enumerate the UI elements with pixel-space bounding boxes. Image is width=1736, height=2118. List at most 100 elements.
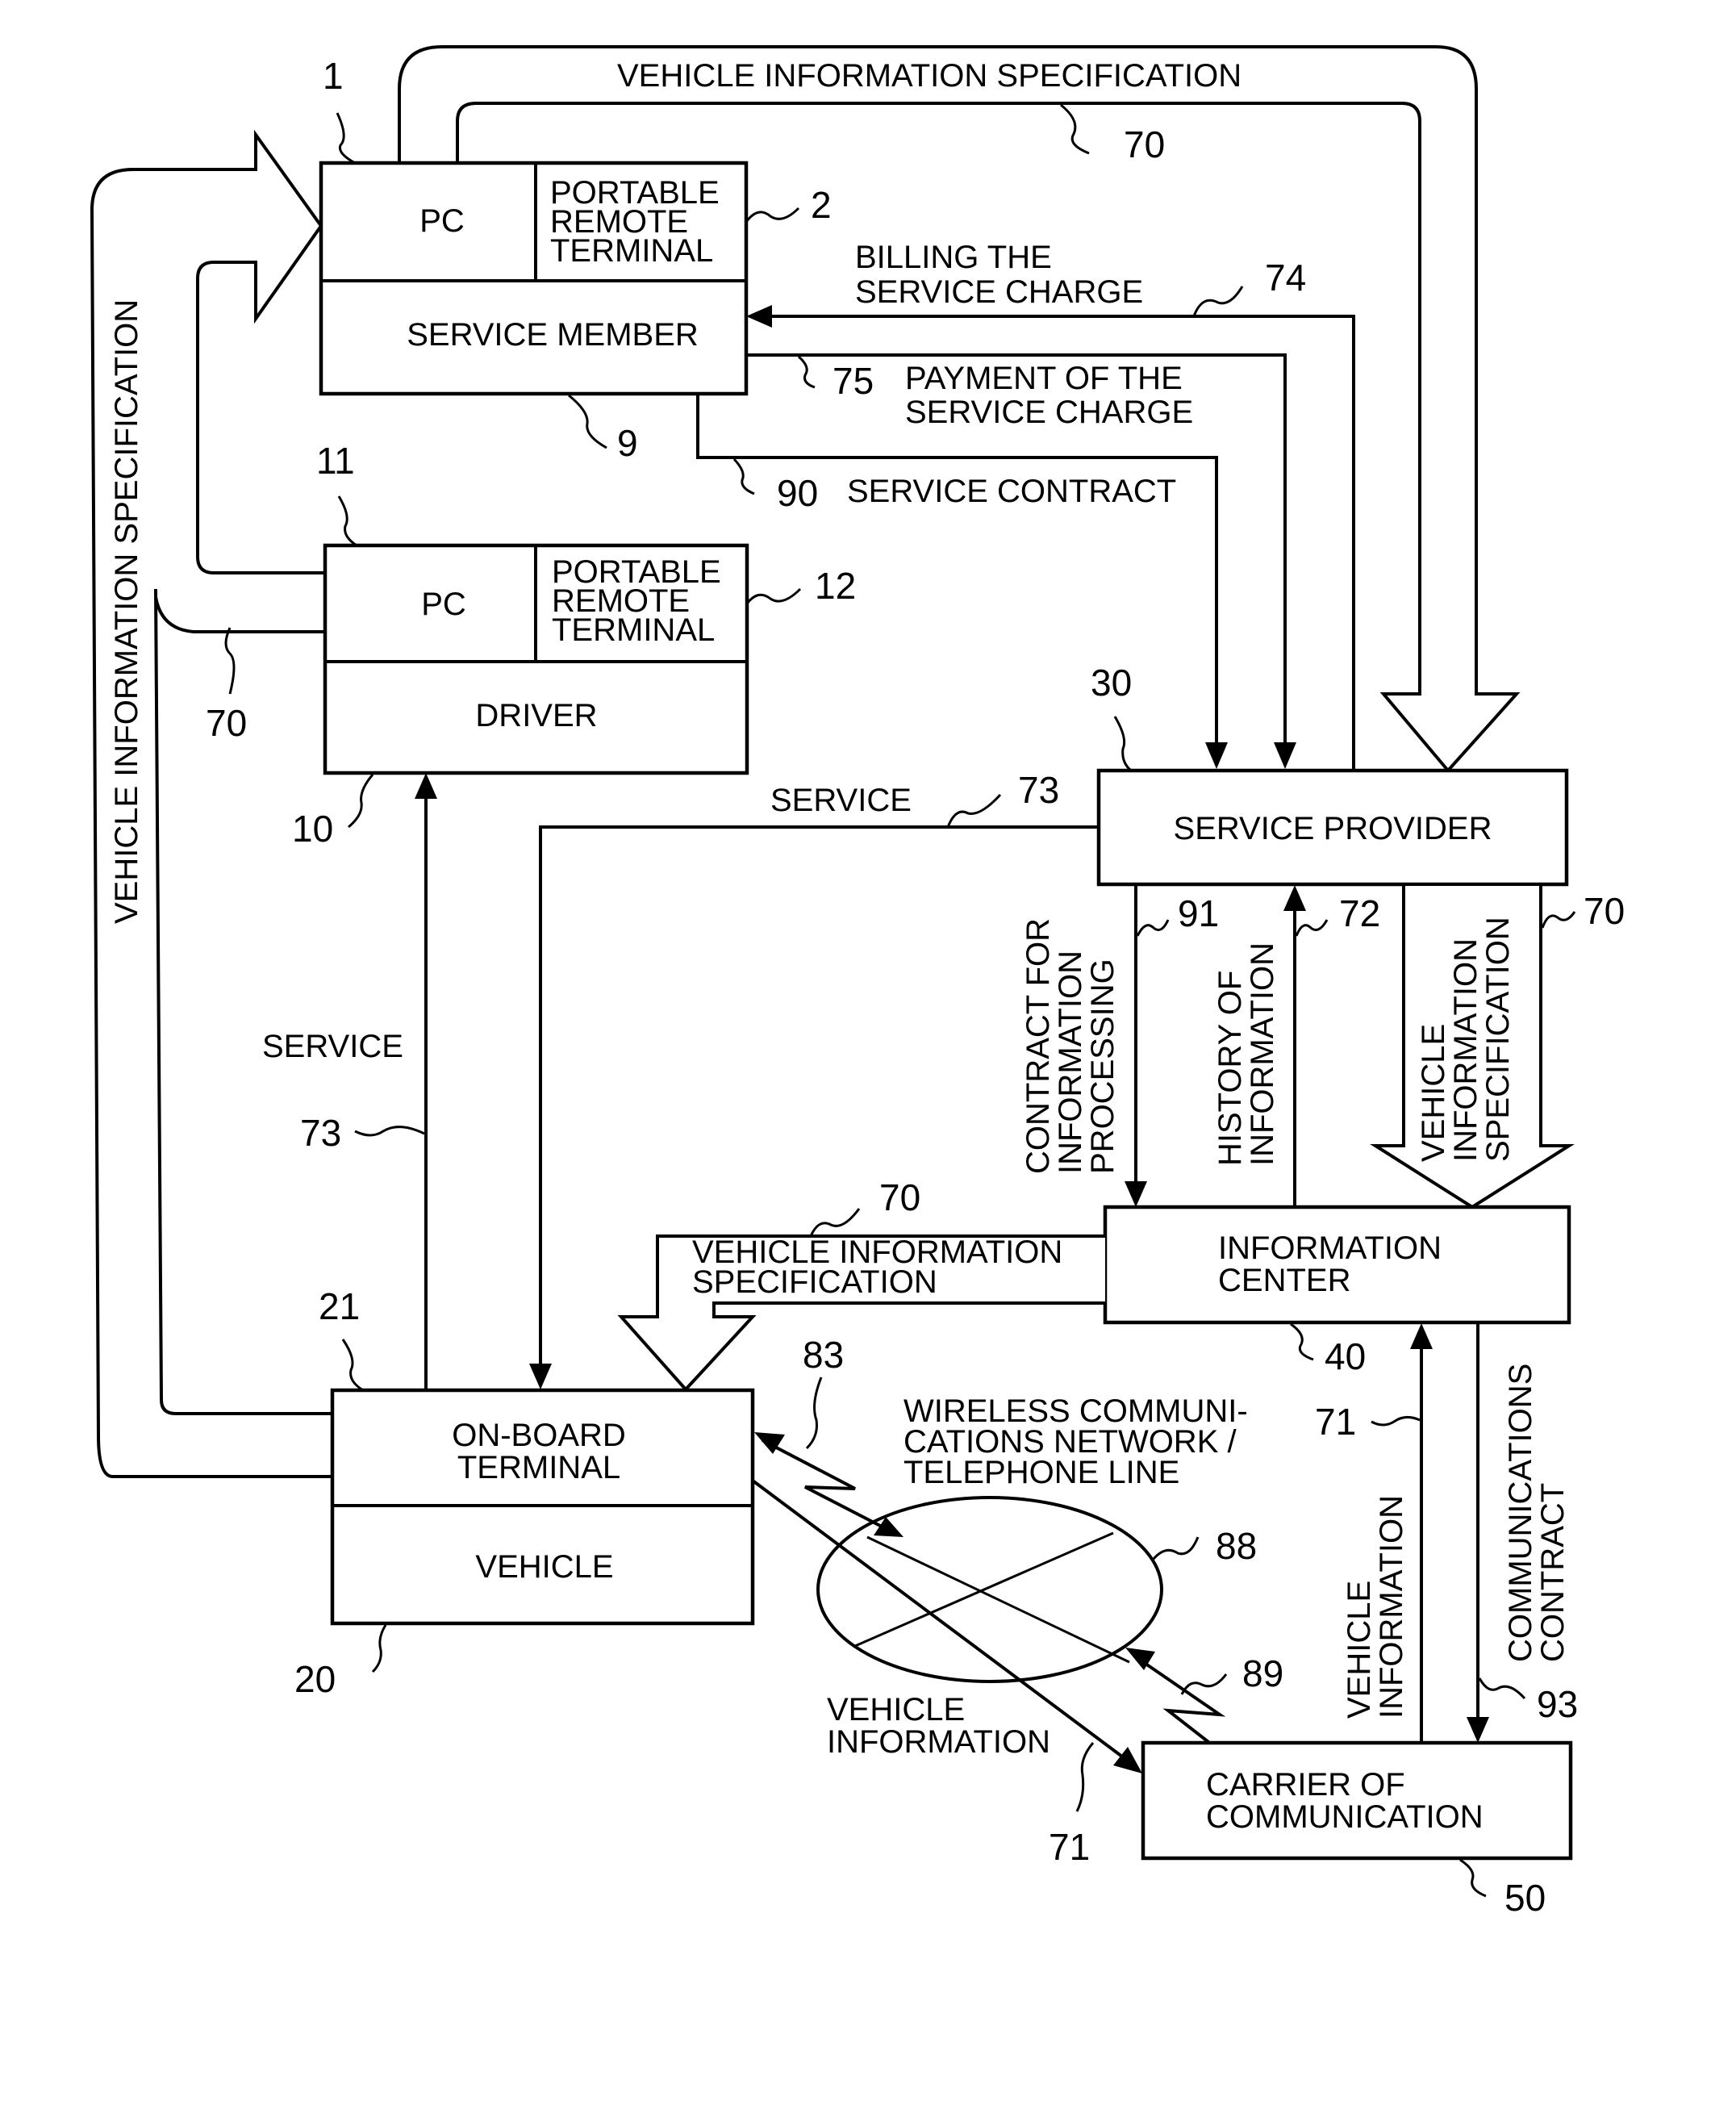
payment-arrowhead [1274, 742, 1296, 769]
vis-right-line3: SPECIFICATION [1480, 917, 1516, 1162]
service-left-label: SERVICE [262, 1029, 403, 1064]
ref-73-right: 73 [1018, 769, 1059, 811]
vis-right-line1: VEHICLE [1416, 1024, 1451, 1162]
ref-72: 72 [1339, 892, 1380, 934]
vis-right-line2: INFORMATION [1448, 938, 1484, 1162]
leader-83 [805, 1376, 823, 1450]
service-provider-block[interactable]: SERVICE PROVIDER [1096, 768, 1569, 887]
information-center-block[interactable]: INFORMATION CENTER [1103, 1205, 1571, 1325]
vis-center-line2: SPECIFICATION [692, 1264, 937, 1300]
service-member-block[interactable]: PC PORTABLE REMOTE TERMINAL SERVICE MEMB… [319, 161, 749, 396]
leader-70-left [224, 627, 236, 695]
leader-40 [1290, 1322, 1314, 1361]
ref-93: 93 [1537, 1683, 1578, 1725]
leader-73-left [354, 1126, 425, 1137]
vehicle-info-right-arrowhead [1410, 1323, 1433, 1349]
service-member-label: SERVICE MEMBER [407, 317, 699, 353]
leader-10 [348, 774, 374, 829]
contract-info-line3: PROCESSING [1085, 959, 1120, 1174]
service-member-pc-label: PC [419, 203, 465, 239]
service-provider-label: SERVICE PROVIDER [1174, 811, 1492, 846]
leader-1 [336, 112, 356, 165]
ref-50: 50 [1504, 1877, 1546, 1919]
billing-arrowhead [746, 305, 772, 328]
history-line2: INFORMATION [1245, 942, 1280, 1166]
ref-70-right: 70 [1584, 890, 1625, 932]
carrier-block[interactable]: CARRIER OF COMMUNICATION [1141, 1740, 1573, 1861]
leader-12 [745, 587, 802, 604]
leader-20 [371, 1624, 387, 1673]
leader-74 [1192, 286, 1244, 317]
ref-10: 10 [292, 808, 333, 850]
leader-2 [745, 207, 800, 223]
service-right-label: SERVICE [770, 783, 912, 818]
information-center-line1: INFORMATION [1218, 1230, 1442, 1266]
vehicle-info-right-line2: INFORMATION [1374, 1495, 1409, 1719]
ref-70-top: 70 [1124, 123, 1165, 165]
ref-70-center: 70 [879, 1176, 920, 1218]
contract-info-line1: CONTRACT FOR [1020, 918, 1056, 1174]
leader-71-right [1371, 1416, 1421, 1427]
leader-88 [1152, 1536, 1200, 1560]
ref-74: 74 [1265, 257, 1306, 299]
leader-70-center [809, 1208, 861, 1237]
leader-21 [341, 1339, 364, 1392]
carrier-line1: CARRIER OF [1206, 1767, 1405, 1803]
comm-contract-line2: CONTRACT [1535, 1483, 1571, 1662]
vis-top-label: VEHICLE INFORMATION SPECIFICATION [617, 58, 1241, 94]
onboard-vehicle-block[interactable]: ON-BOARD TERMINAL VEHICLE [330, 1388, 755, 1626]
leader-9 [568, 394, 607, 449]
ref-91: 91 [1178, 892, 1219, 934]
leader-50 [1459, 1858, 1487, 1898]
ref-20: 20 [294, 1658, 336, 1700]
vis-left-label: VEHICLE INFORMATION SPECIFICATION [109, 299, 144, 924]
information-center-line2: CENTER [1218, 1263, 1350, 1298]
ref-9: 9 [617, 422, 638, 464]
billing-label-line1: BILLING THE [855, 240, 1052, 275]
ref-12: 12 [815, 565, 856, 607]
contract-info-line2: INFORMATION [1053, 950, 1088, 1174]
ref-83: 83 [803, 1334, 844, 1376]
driver-terminal-line3: TERMINAL [552, 612, 715, 648]
history-line1: HISTORY OF [1212, 971, 1248, 1166]
leader-30 [1113, 716, 1133, 772]
driver-block[interactable]: PC PORTABLE REMOTE TERMINAL DRIVER [323, 543, 749, 775]
ref-73-left: 73 [300, 1112, 341, 1154]
ref-75: 75 [833, 360, 874, 402]
vehicle-info-bottom-arrowhead [1113, 1747, 1142, 1773]
history-arrowhead [1283, 885, 1306, 911]
vehicle-info-bottom-line2: INFORMATION [827, 1724, 1050, 1760]
payment-label-line2: SERVICE CHARGE [905, 395, 1193, 430]
ref-40: 40 [1325, 1335, 1366, 1377]
ref-89: 89 [1242, 1652, 1283, 1694]
service-member-terminal-line3: TERMINAL [550, 233, 713, 269]
leader-71-bottom [1075, 1742, 1095, 1812]
wireless-network[interactable] [816, 1496, 1163, 1683]
onboard-terminal-line1: ON-BOARD [452, 1418, 626, 1453]
service-contract-line [696, 394, 1218, 742]
leader-70-top [1060, 103, 1090, 155]
ref-2: 2 [811, 184, 832, 226]
vehicle-info-bottom-line1: VEHICLE [827, 1692, 965, 1727]
ref-90: 90 [777, 472, 818, 514]
leader-93 [1478, 1677, 1526, 1700]
network-label-line3: TELEPHONE LINE [903, 1455, 1179, 1490]
driver-pc-label: PC [421, 587, 466, 622]
payment-label-line1: PAYMENT OF THE [905, 361, 1183, 396]
vehicle-label: VEHICLE [475, 1549, 613, 1585]
leader-70-right [1541, 911, 1576, 929]
ref-1: 1 [323, 55, 344, 97]
ref-71-right: 71 [1315, 1401, 1356, 1443]
driver-pc-branch [154, 596, 325, 633]
ref-70-left: 70 [206, 702, 247, 744]
leader-11 [337, 495, 357, 547]
system-diagram: VEHICLE INFORMATION SPECIFICATION 70 VEH… [90, 45, 1625, 1919]
leader-90 [732, 457, 755, 495]
leader-73-right [946, 793, 1002, 828]
ref-71-bottom: 71 [1049, 1826, 1090, 1868]
contract-info-arrowhead [1125, 1181, 1147, 1207]
service-contract-arrowhead [1205, 742, 1228, 769]
driver-label: DRIVER [475, 698, 597, 733]
vehicle-info-right-line1: VEHICLE [1342, 1581, 1377, 1719]
leader-75 [798, 355, 816, 389]
